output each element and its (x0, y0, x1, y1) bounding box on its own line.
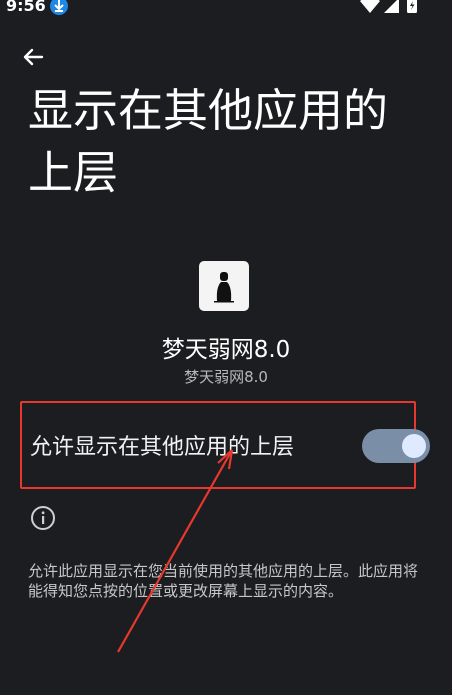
app-version: 梦天弱网8.0 (184, 368, 268, 386)
permission-row[interactable]: 允许显示在其他应用的上层 (20, 401, 430, 489)
toggle-thumb (402, 434, 426, 458)
info-icon (31, 506, 55, 530)
permission-toggle[interactable] (362, 429, 430, 463)
signal-icon (384, 0, 399, 13)
download-icon (50, 0, 68, 15)
app-name: 梦天弱网8.0 (161, 337, 291, 363)
wifi-icon (360, 0, 380, 13)
app-figure-icon (214, 272, 234, 303)
status-time: 9:56 (6, 0, 46, 15)
page-title: 显示在其他应用的上层 (28, 84, 389, 199)
status-bar: 9:56 (0, 0, 452, 18)
battery-icon (407, 0, 417, 13)
permission-description: 允许此应用显示在您当前使用的其他应用的上层。此应用将能得知您点按的位置或更改屏幕… (28, 562, 419, 600)
permission-label: 允许显示在其他应用的上层 (30, 435, 295, 460)
back-button[interactable] (18, 42, 48, 72)
app-icon (199, 261, 249, 311)
